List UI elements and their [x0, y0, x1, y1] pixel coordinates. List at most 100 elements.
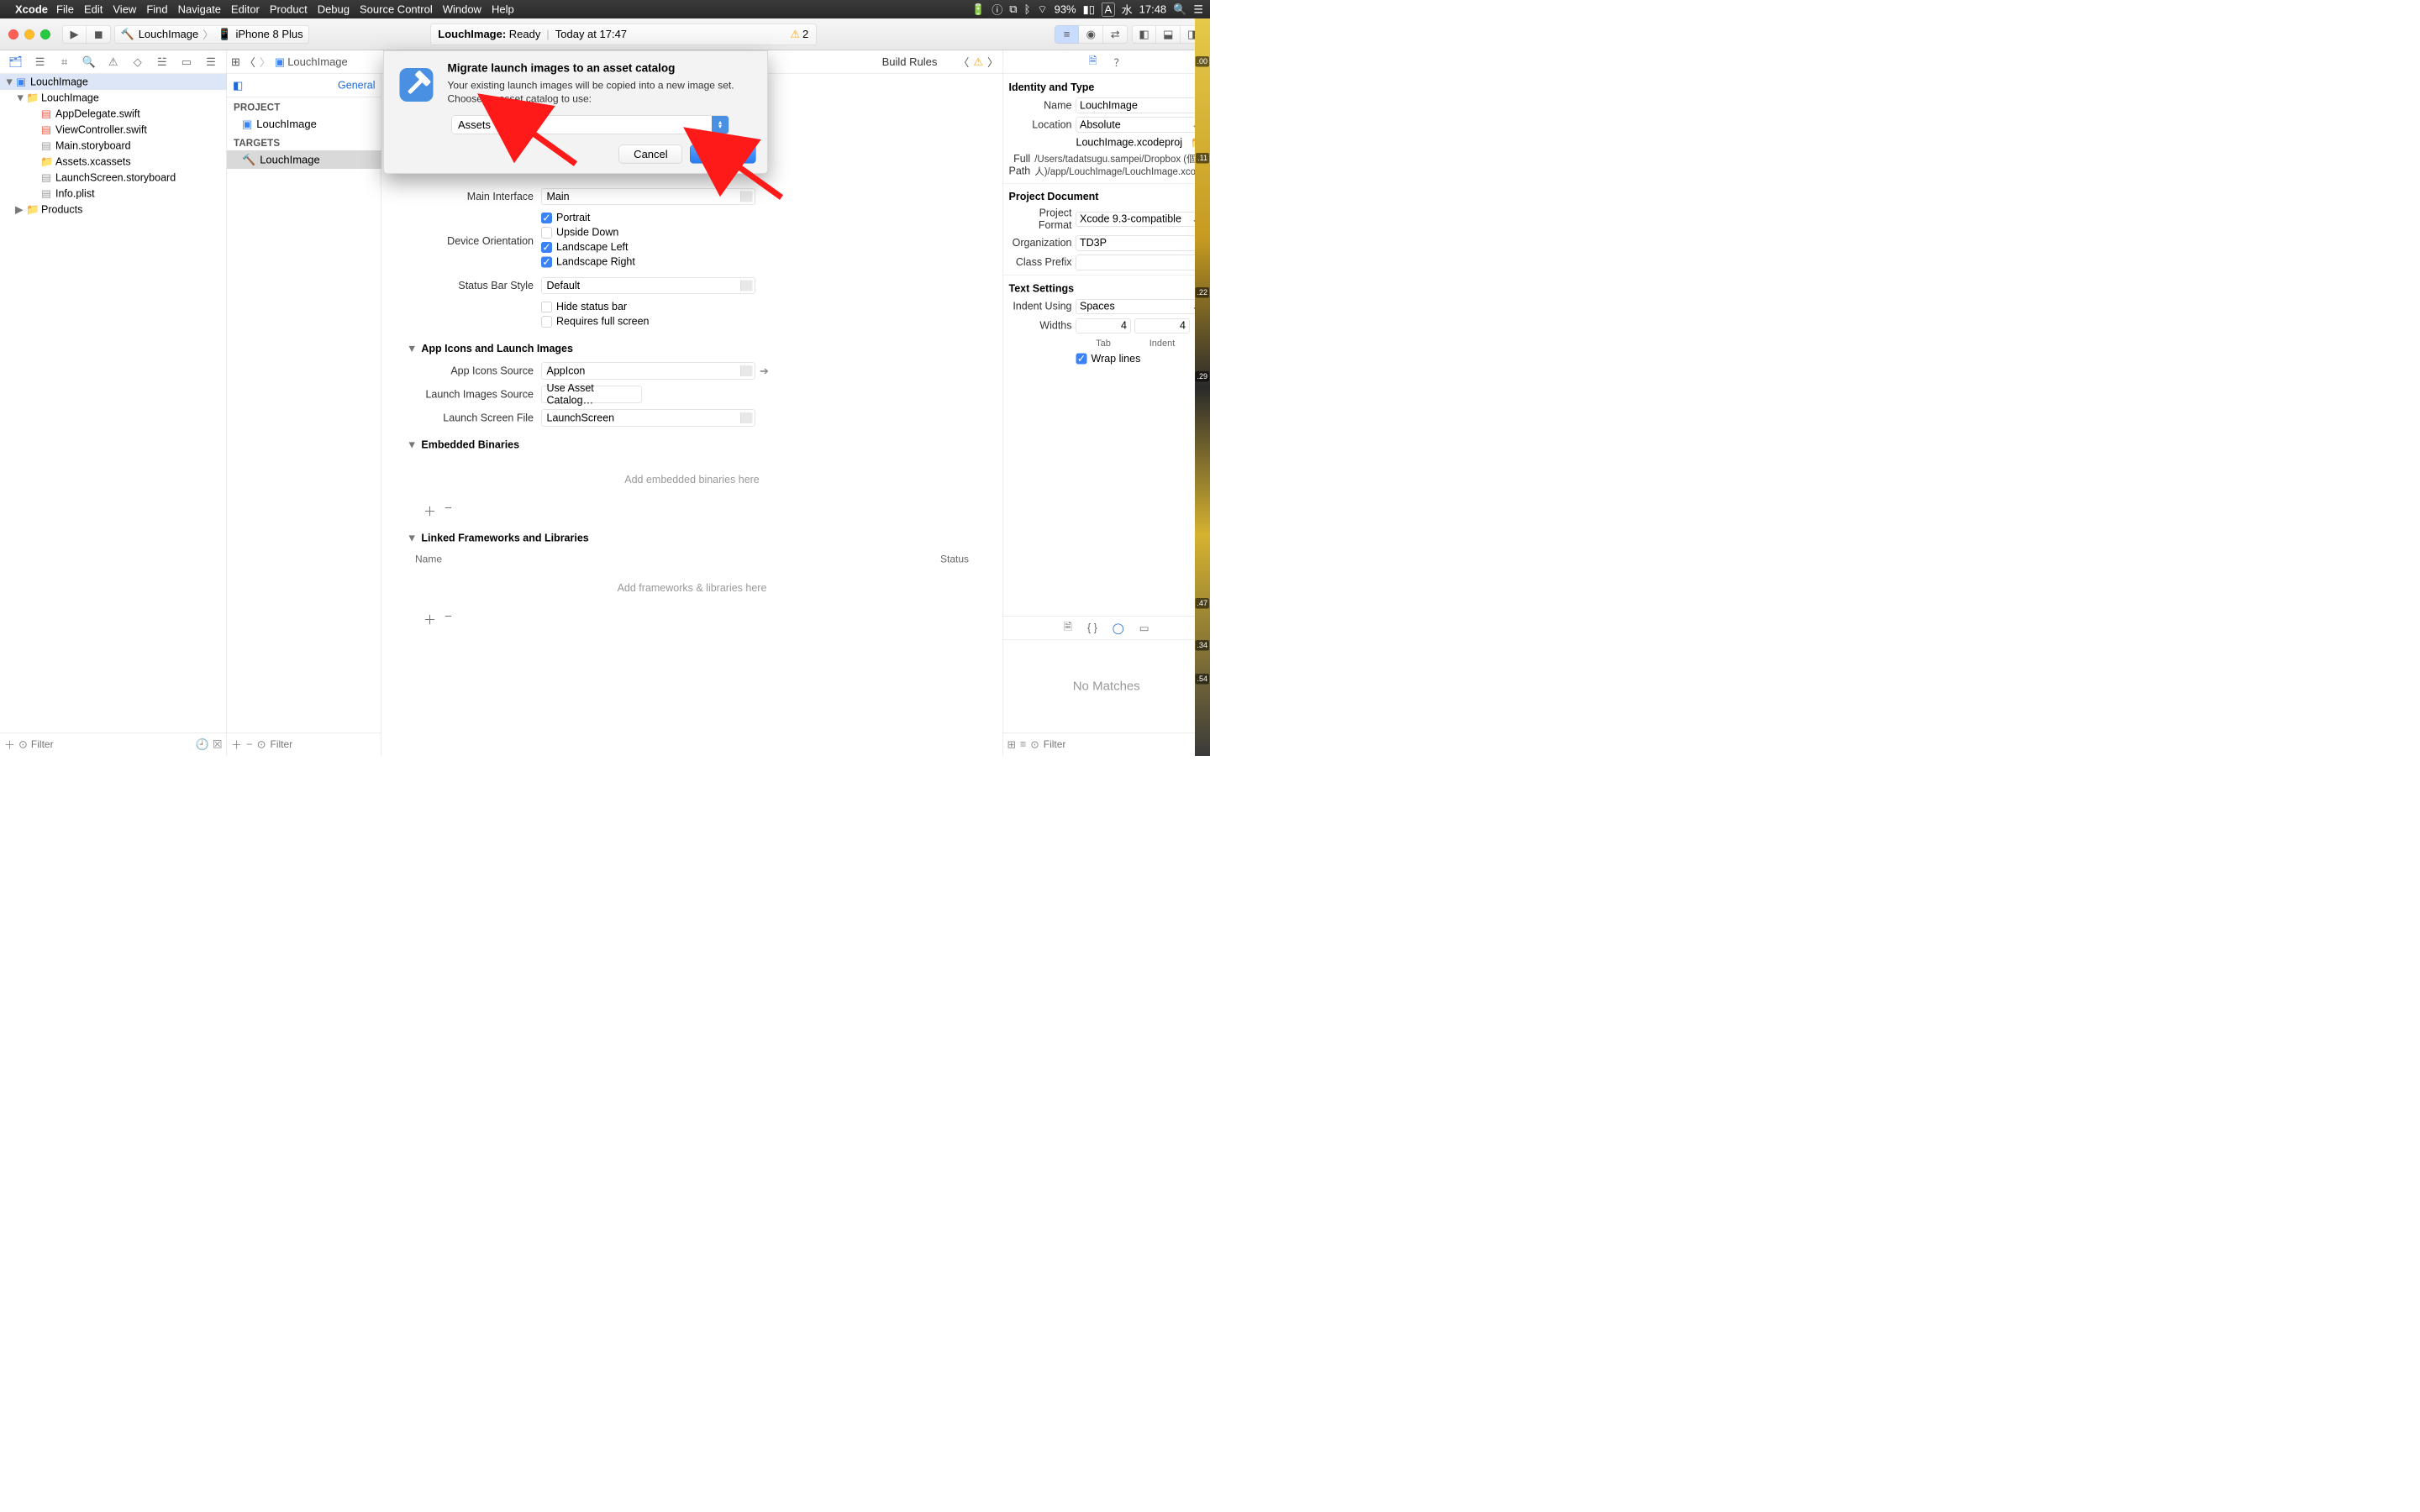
media-library-icon[interactable]: ▭ — [1139, 622, 1150, 634]
minimize-window-button[interactable] — [24, 29, 34, 39]
products-group-row[interactable]: ▶📁Products — [0, 202, 227, 218]
menu-editor[interactable]: Editor — [231, 3, 260, 16]
prev-issue-button[interactable]: 〈 — [958, 55, 969, 71]
clock-day[interactable]: 水 — [1122, 2, 1133, 18]
hide-status-bar-checkbox[interactable]: Hide status bar — [541, 301, 986, 313]
input-source[interactable]: A — [1102, 3, 1115, 17]
spotlight-icon[interactable]: 🔍 — [1173, 3, 1186, 16]
navigator-filter-input[interactable] — [31, 738, 192, 750]
go-to-asset-icon[interactable]: ➔ — [760, 365, 769, 378]
landscape-left-checkbox-row[interactable]: ✓Landscape Left — [541, 241, 986, 254]
wifi-icon[interactable]: ⌔ — [1037, 3, 1047, 17]
info-icon[interactable]: ⓘ — [992, 2, 1002, 18]
indent-width-field[interactable]: 4 — [1135, 318, 1190, 333]
visible-tab-build-rules[interactable]: Build Rules — [882, 55, 938, 69]
stop-button[interactable]: ◼ — [87, 25, 111, 44]
cancel-button[interactable]: Cancel — [619, 145, 682, 164]
warnings-indicator[interactable]: ⚠ 2 — [790, 28, 808, 41]
remove-framework-icon[interactable]: − — [445, 610, 452, 628]
related-items-icon[interactable]: ⊞ — [231, 55, 240, 69]
menu-find[interactable]: Find — [146, 3, 167, 16]
zoom-window-button[interactable] — [40, 29, 50, 39]
project-row[interactable]: ▣LouchImage — [227, 115, 381, 134]
file-inspector-icon[interactable]: 🗎 — [1088, 53, 1097, 71]
standard-editor-button[interactable]: ≡ — [1055, 25, 1079, 44]
issue-warning-icon[interactable]: ⚠ — [973, 55, 983, 69]
hide-target-list-icon[interactable]: ◧ — [233, 79, 243, 92]
battery-icon[interactable]: ▮▯ — [1083, 3, 1095, 16]
menu-window[interactable]: Window — [443, 3, 481, 16]
file-template-library-icon[interactable]: 🗎 — [1064, 619, 1072, 638]
add-framework-icon[interactable]: ＋ — [424, 610, 436, 628]
target-row[interactable]: 🔨LouchImage — [227, 150, 381, 169]
menu-file[interactable]: File — [56, 3, 74, 16]
file-row[interactable]: 📁Assets.xcassets — [0, 154, 227, 170]
clock-time[interactable]: 17:48 — [1139, 3, 1167, 16]
project-navigator-icon[interactable]: 🗂 — [8, 55, 24, 69]
jump-bar-crumb[interactable]: ▣LouchImage — [275, 55, 348, 69]
launch-screen-file-combo[interactable]: LaunchScreen — [541, 410, 755, 427]
general-tab[interactable]: General — [338, 80, 375, 92]
add-target-icon[interactable]: ＋ — [231, 737, 242, 753]
tab-width-field[interactable]: 4 — [1076, 318, 1131, 333]
add-embedded-icon[interactable]: ＋ — [424, 501, 436, 520]
battery-text-icon[interactable]: 🔋 — [971, 3, 985, 16]
bluetooth-icon[interactable]: ᛒ — [1024, 3, 1031, 16]
test-navigator-icon[interactable]: ◇ — [129, 55, 146, 69]
report-navigator-icon[interactable]: ☰ — [203, 55, 219, 69]
file-row[interactable]: ▤ViewController.swift — [0, 122, 227, 138]
requires-full-screen-checkbox[interactable]: Requires full screen — [541, 316, 986, 328]
menu-navigate[interactable]: Navigate — [178, 3, 221, 16]
file-row[interactable]: ▤AppDelegate.swift — [0, 106, 227, 122]
menu-product[interactable]: Product — [270, 3, 308, 16]
file-row[interactable]: ▤LaunchScreen.storyboard — [0, 170, 227, 186]
issue-navigator-icon[interactable]: ⚠ — [105, 55, 122, 69]
name-field[interactable]: LouchImage — [1076, 98, 1205, 113]
forward-button[interactable]: 〉 — [260, 55, 271, 71]
wrap-lines-checkbox[interactable]: ✓Wrap lines — [1076, 353, 1205, 365]
breakpoint-navigator-icon[interactable]: ▭ — [178, 55, 195, 69]
add-icon[interactable]: ＋ — [4, 737, 15, 753]
next-issue-button[interactable]: 〉 — [987, 55, 998, 71]
portrait-checkbox-row[interactable]: ✓Portrait — [541, 212, 986, 224]
organization-field[interactable]: TD3P — [1076, 235, 1205, 250]
library-filter-input[interactable] — [1044, 738, 1206, 750]
scheme-selector[interactable]: 🔨 LouchImage 〉 📱 iPhone 8 Plus — [114, 25, 309, 44]
project-root-row[interactable]: ▼▣ LouchImage — [0, 74, 227, 90]
launch-images-source-button[interactable]: Use Asset Catalog… — [541, 386, 642, 403]
debug-navigator-icon[interactable]: ☱ — [154, 55, 171, 69]
project-format-select[interactable]: Xcode 9.3-compatible — [1076, 212, 1205, 227]
file-row[interactable]: ▤Info.plist — [0, 186, 227, 202]
landscape-right-checkbox-row[interactable]: ✓Landscape Right — [541, 256, 986, 269]
quick-help-inspector-icon[interactable]: ？ — [1114, 55, 1125, 70]
status-bar-style-select[interactable]: Default — [541, 277, 755, 294]
asset-catalog-popup[interactable]: Assets ▴▾ — [452, 116, 729, 134]
upside-down-checkbox-row[interactable]: Upside Down — [541, 227, 986, 239]
back-button[interactable]: 〈 — [245, 55, 255, 71]
location-select[interactable]: Absolute — [1076, 118, 1205, 133]
symbol-navigator-icon[interactable]: ⌗ — [56, 55, 73, 69]
embedded-binaries-section-header[interactable]: ▼Embedded Binaries — [407, 439, 986, 452]
app-menu[interactable]: Xcode — [15, 3, 48, 16]
indent-using-select[interactable]: Spaces — [1076, 299, 1205, 314]
library-list-icon[interactable]: ≡ — [1020, 738, 1026, 751]
find-navigator-icon[interactable]: 🔍 — [81, 55, 97, 69]
battery-percent[interactable]: 93% — [1055, 3, 1076, 16]
menu-debug[interactable]: Debug — [318, 3, 350, 16]
app-icons-source-select[interactable]: AppIcon — [541, 363, 755, 380]
library-view-icon[interactable]: ⊞ — [1007, 738, 1016, 751]
run-button[interactable]: ▶ — [62, 25, 87, 44]
app-icons-section-header[interactable]: ▼App Icons and Launch Images — [407, 343, 986, 355]
source-control-navigator-icon[interactable]: ☰ — [32, 55, 49, 69]
menu-view[interactable]: View — [113, 3, 136, 16]
class-prefix-field[interactable] — [1076, 255, 1205, 270]
file-row[interactable]: ▤Main.storyboard — [0, 138, 227, 154]
menu-source-control[interactable]: Source Control — [360, 3, 433, 16]
menu-help[interactable]: Help — [492, 3, 514, 16]
code-snippet-library-icon[interactable]: { } — [1087, 622, 1097, 635]
scm-filter-icon[interactable]: ☒ — [213, 738, 223, 752]
close-window-button[interactable] — [8, 29, 18, 39]
assistant-editor-button[interactable]: ◉ — [1079, 25, 1103, 44]
version-editor-button[interactable]: ⇄ — [1103, 25, 1128, 44]
recent-filter-icon[interactable]: 🕘 — [196, 738, 209, 752]
